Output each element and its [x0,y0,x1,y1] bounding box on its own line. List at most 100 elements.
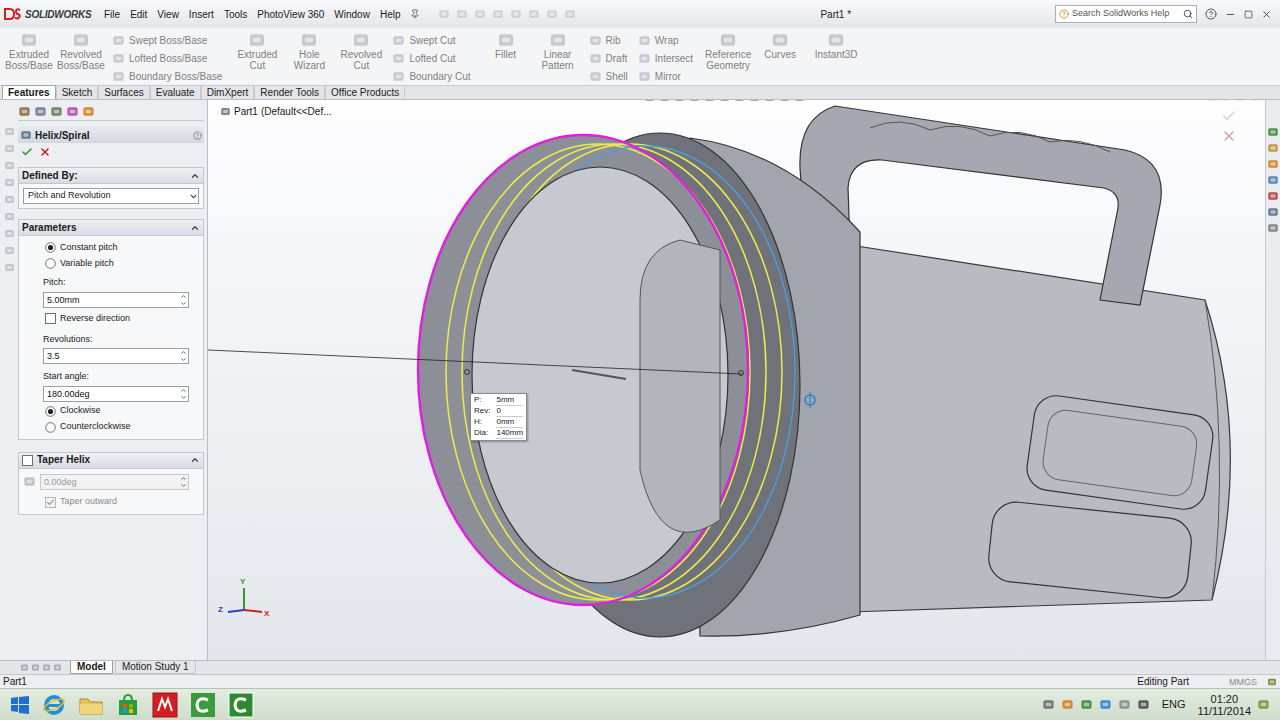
checkbox[interactable] [45,313,56,324]
minimize-icon[interactable] [1225,9,1236,20]
ribbon-small-button[interactable]: Boundary Boss/Base [112,67,226,85]
collapse-icon[interactable] [190,171,200,181]
property-manager: Helix/SpiralDefined By:Pitch and Revolut… [18,100,207,660]
ribbon-small-button[interactable]: Shell [589,67,632,85]
menu-item[interactable]: Help [380,7,401,22]
dimxpert-icon [66,105,79,118]
graphics-area[interactable]: Part1(Default<<Def...P:5mmRev:0H:0mmDia:… [208,100,1265,660]
feature-icon [497,31,515,49]
ribbon-small-button[interactable]: Boundary Cut [392,67,474,85]
ribbon-small-button[interactable]: Draft [589,49,632,67]
toolbar-icon [564,8,576,20]
ribbon-button[interactable]: Revolved Boss/Base [56,31,106,71]
ribbon-small-button[interactable]: Wrap [638,31,697,49]
ribbon-button[interactable]: Fillet [481,31,531,60]
menu-item[interactable]: PhotoView 360 [257,7,324,22]
axis-triad: YZX [214,576,274,622]
tab[interactable]: Render Tools [254,85,325,99]
file-explorer-icon[interactable] [78,694,104,716]
menu-item[interactable]: Edit [130,7,147,22]
ribbon-button[interactable]: Hole Wizard [284,31,334,71]
checkbox-option[interactable]: Reverse direction [23,311,199,327]
flashlight-model[interactable] [208,100,1265,660]
confirm-icon[interactable] [1221,108,1237,124]
ribbon-button[interactable]: Curves [755,31,805,60]
language-indicator[interactable]: ENG [1162,696,1186,713]
ribbon-button[interactable]: Linear Pattern [533,31,583,71]
camtasia-recorder-icon[interactable] [190,692,216,718]
tab[interactable]: Evaluate [150,85,201,99]
cancel-corner-icon[interactable] [1221,128,1237,144]
clock[interactable]: 01:2011/11/2014 [1198,693,1251,717]
collapse-icon[interactable] [190,223,200,233]
menu-item[interactable]: Tools [224,7,247,22]
search-box[interactable]: Search SolidWorks Help [1055,5,1197,23]
menu-item[interactable]: Window [334,7,370,22]
spinner[interactable] [178,349,188,363]
tab[interactable]: Sketch [56,85,99,99]
checkbox-option[interactable]: Taper outward [23,496,199,509]
manager-tabs [18,103,204,121]
checkbox[interactable] [22,455,33,466]
camtasia-studio-icon[interactable] [228,692,254,718]
spin-down-icon [180,300,187,307]
tab[interactable]: Surfaces [98,85,149,99]
ok-icon[interactable] [21,146,33,158]
spinner[interactable] [178,293,188,307]
store-icon[interactable] [116,693,140,717]
document-title: Part1 * [780,7,851,22]
radio-option[interactable]: Clockwise [23,405,199,418]
ribbon-button[interactable]: Extruded Boss/Base [4,31,54,71]
bottom-tab[interactable]: Model [70,661,113,674]
ribbon-small-button[interactable]: Swept Cut [392,31,474,49]
side-tool-icon [4,143,15,154]
ribbon-small-button[interactable]: Lofted Boss/Base [112,49,226,67]
section-header[interactable]: Parameters [19,220,203,236]
ribbon-button[interactable]: Revolved Cut [336,31,386,71]
view-tool-icon [779,100,790,103]
number-field[interactable]: 0.00deg [40,474,189,490]
bottom-tab[interactable]: Motion Study 1 [115,661,196,674]
number-field[interactable]: 180.00deg [43,386,189,402]
number-field[interactable]: 5.00mm [43,292,189,308]
menu-item[interactable]: View [157,7,179,22]
section-header[interactable]: Defined By: [19,168,203,184]
tab[interactable]: Features [2,85,56,99]
view-tool-icon [794,100,805,103]
menu-item[interactable]: Insert [189,7,214,22]
internet-explorer-icon[interactable] [42,693,66,717]
collapse-icon[interactable] [190,455,200,465]
ribbon-button[interactable]: Extruded Cut [232,31,282,71]
radio-option[interactable]: Variable pitch [23,257,199,270]
ribbon-small-button[interactable]: Lofted Cut [392,49,474,67]
feature-tree-flyout[interactable]: Part1(Default<<Def... [220,104,332,119]
spinner[interactable] [178,475,188,489]
restore-icon[interactable] [1244,10,1253,19]
section-header[interactable]: Taper Helix [19,453,203,469]
tab[interactable]: DimXpert [201,85,255,99]
number-field[interactable]: 3.5 [43,348,189,364]
ribbon-small-button[interactable]: Rib [589,31,632,49]
pin-icon[interactable] [410,9,420,19]
ribbon-small-button[interactable]: Intersect [638,49,697,67]
feature-tree-icon [18,105,31,118]
defined-by-dropdown[interactable]: Pitch and Revolution [23,188,199,204]
ribbon-button[interactable]: Reference Geometry [703,31,753,71]
solidworks-app-icon[interactable] [152,692,178,718]
search-icon[interactable] [1183,9,1193,19]
ribbon-small-button[interactable]: Mirror [638,67,697,85]
windows-start-icon[interactable] [10,695,30,715]
help-menu-icon[interactable] [1205,8,1217,20]
menu-item[interactable]: File [104,7,120,22]
ribbon-button[interactable]: Instant3D [811,31,861,60]
ribbon-small-button[interactable]: Swept Boss/Base [112,31,226,49]
checkbox[interactable] [45,497,56,508]
spinner[interactable] [178,387,188,401]
radio-option[interactable]: Constant pitch [23,241,199,254]
close-icon[interactable] [1261,9,1272,20]
help-icon[interactable] [193,131,202,140]
cancel-icon[interactable] [39,146,51,158]
tab[interactable]: Office Products [325,85,405,99]
ribbon-group: Reference GeometryCurves [703,31,805,71]
radio-option[interactable]: Counterclockwise [23,421,199,434]
